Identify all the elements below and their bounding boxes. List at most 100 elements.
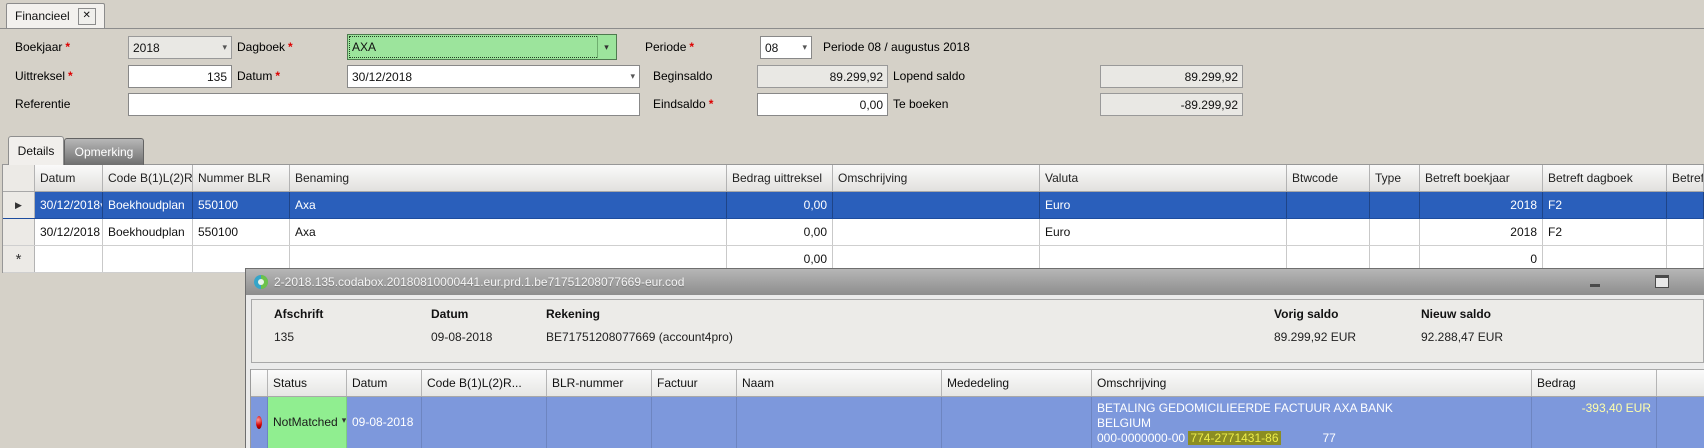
dagboek-select[interactable]: AXA ▾ bbox=[347, 34, 617, 60]
row-pointer-icon: ▶ bbox=[3, 192, 35, 218]
cell-code[interactable]: Boekhoudplan bbox=[103, 219, 193, 245]
close-icon[interactable]: ✕ bbox=[78, 8, 96, 25]
boekjaar-select[interactable]: 2018 ▾ bbox=[128, 36, 232, 59]
cell-code[interactable]: Boekhoudplan bbox=[103, 192, 193, 218]
column-header-mededeling[interactable]: Mededeling bbox=[942, 370, 1092, 396]
cell-omschrijving[interactable] bbox=[833, 192, 1040, 218]
cell-omschrijving[interactable] bbox=[833, 219, 1040, 245]
cell-factuur[interactable] bbox=[652, 397, 737, 448]
tabstrip-divider bbox=[0, 28, 1704, 29]
chevron-down-icon[interactable]: ▾ bbox=[338, 415, 347, 426]
column-header-btwcode[interactable]: Btwcode bbox=[1287, 165, 1370, 191]
cell-bedrag[interactable]: 0,00 bbox=[727, 192, 833, 218]
table-row-selected[interactable]: ▶ 30/12/2018▾ Boekhoudplan 550100 Axa 0,… bbox=[3, 192, 1704, 219]
periode-description: Periode 08 / augustus 2018 bbox=[823, 40, 970, 54]
te-boeken-field: -89.299,92 bbox=[1100, 93, 1243, 116]
cell-type[interactable] bbox=[1370, 192, 1420, 218]
required-marker: * bbox=[288, 40, 293, 54]
codabox-window-titlebar[interactable]: 2-2018.135.codabox.20180810000441.eur.pr… bbox=[246, 269, 1704, 295]
column-header-datum[interactable]: Datum bbox=[347, 370, 422, 396]
column-header-bedrag-uittreksel[interactable]: Bedrag uittreksel bbox=[727, 165, 833, 191]
column-header-nummer-blr[interactable]: Nummer BLR bbox=[193, 165, 290, 191]
column-header-type[interactable]: Type bbox=[1370, 165, 1420, 191]
cell-betreft-boekjaar[interactable]: 2018 bbox=[1420, 192, 1543, 218]
column-header-naam[interactable]: Naam bbox=[737, 370, 942, 396]
cell-mededeling[interactable] bbox=[942, 397, 1092, 448]
chevron-down-icon[interactable]: ▾ bbox=[626, 71, 635, 82]
cell-datum[interactable] bbox=[35, 246, 103, 272]
cell-btwcode[interactable] bbox=[1287, 219, 1370, 245]
cell-code[interactable] bbox=[422, 397, 547, 448]
minimize-icon[interactable] bbox=[1584, 274, 1606, 290]
cell-valuta[interactable]: Euro bbox=[1040, 192, 1287, 218]
column-header-bedrag[interactable]: Bedrag bbox=[1532, 370, 1657, 396]
cell-nummer-blr[interactable]: 550100 bbox=[193, 192, 290, 218]
chevron-down-icon[interactable]: ▾ bbox=[798, 42, 807, 53]
cell-betreft-boekjaar[interactable]: 2018 bbox=[1420, 219, 1543, 245]
cell-betreft-dagboek[interactable]: F2 bbox=[1543, 219, 1667, 245]
datum-label: Datum bbox=[431, 307, 468, 321]
column-header-code[interactable]: Code B(1)L(2)R... bbox=[422, 370, 547, 396]
cell-benaming[interactable]: Axa bbox=[290, 192, 727, 218]
column-header-valuta[interactable]: Valuta bbox=[1040, 165, 1287, 191]
column-header-betreft-dagboek[interactable]: Betreft dagboek bbox=[1543, 165, 1667, 191]
column-header-status[interactable]: Status bbox=[268, 370, 347, 396]
uittreksel-input[interactable]: 135 bbox=[128, 65, 232, 88]
cell-datum[interactable]: 09-08-2018 bbox=[347, 397, 422, 448]
column-header-blr-nummer[interactable]: BLR-nummer bbox=[547, 370, 652, 396]
column-header-code[interactable]: Code B(1)L(2)R(3) bbox=[103, 165, 193, 191]
details-grid-header: Datum Code B(1)L(2)R(3) Nummer BLR Benam… bbox=[3, 165, 1704, 192]
chevron-down-icon[interactable]: ▾ bbox=[218, 42, 227, 53]
maximize-icon[interactable] bbox=[1651, 274, 1673, 290]
boekjaar-label: Boekjaar* bbox=[15, 40, 70, 54]
cell-type[interactable] bbox=[1370, 219, 1420, 245]
column-header-factuur[interactable]: Factuur bbox=[652, 370, 737, 396]
periode-label: Periode* bbox=[645, 40, 694, 54]
nieuw-saldo-value: 92.288,47 EUR bbox=[1421, 330, 1503, 344]
referentie-input[interactable] bbox=[128, 93, 640, 116]
required-marker: * bbox=[689, 40, 694, 54]
periode-select[interactable]: 08 ▾ bbox=[760, 36, 812, 59]
column-header-benaming[interactable]: Benaming bbox=[290, 165, 727, 191]
tab-details[interactable]: Details bbox=[8, 136, 64, 165]
row-selector[interactable] bbox=[3, 219, 35, 245]
status-select[interactable]: NotMatched ▾ bbox=[268, 397, 347, 448]
column-header-betreft-boekjaar[interactable]: Betreft boekjaar bbox=[1420, 165, 1543, 191]
dagboek-label: Dagboek* bbox=[237, 40, 293, 54]
vorig-saldo-label: Vorig saldo bbox=[1274, 307, 1338, 321]
cell-bedrag[interactable]: 0,00 bbox=[727, 219, 833, 245]
cell-benaming[interactable]: Axa bbox=[290, 219, 727, 245]
beginsaldo-label: Beginsaldo bbox=[653, 69, 712, 83]
cell-code[interactable] bbox=[103, 246, 193, 272]
cell-betreft-dagboek[interactable]: F2 bbox=[1543, 192, 1667, 218]
cell-valuta[interactable]: Euro bbox=[1040, 219, 1287, 245]
details-grid: Datum Code B(1)L(2)R(3) Nummer BLR Benam… bbox=[2, 164, 1704, 273]
afschrift-label: Afschrift bbox=[274, 307, 323, 321]
column-header-datum[interactable]: Datum bbox=[35, 165, 103, 191]
column-header-betref[interactable]: Betref bbox=[1667, 165, 1704, 191]
omschrijving-line3: 000-0000000-00 774-2771431-8677 bbox=[1097, 431, 1526, 446]
cell-blr-nummer[interactable] bbox=[547, 397, 652, 448]
cell-bedrag[interactable]: -393,40 EUR bbox=[1532, 397, 1657, 448]
chevron-down-icon[interactable]: ▾ bbox=[597, 36, 615, 58]
cell-nummer-blr[interactable]: 550100 bbox=[193, 219, 290, 245]
cell-betref[interactable] bbox=[1667, 219, 1704, 245]
datum-input[interactable]: 30/12/2018 ▾ bbox=[347, 65, 640, 88]
tab-financieel[interactable]: Financieel ✕ bbox=[6, 3, 105, 28]
table-row[interactable]: 30/12/2018 Boekhoudplan 550100 Axa 0,00 … bbox=[3, 219, 1704, 246]
eindsaldo-input[interactable]: 0,00 bbox=[757, 93, 888, 116]
cell-btwcode[interactable] bbox=[1287, 192, 1370, 218]
column-header-omschrijving[interactable]: Omschrijving bbox=[833, 165, 1040, 191]
uittreksel-label: Uittreksel* bbox=[15, 69, 73, 83]
column-header-omschrijving[interactable]: Omschrijving bbox=[1092, 370, 1532, 396]
omschrijving-line1: BETALING GEDOMICILIEERDE FACTUUR AXA BAN… bbox=[1097, 401, 1526, 416]
tab-opmerking[interactable]: Opmerking bbox=[64, 138, 144, 165]
lopend-saldo-label: Lopend saldo bbox=[893, 69, 965, 83]
transaction-row-selected[interactable]: NotMatched ▾ 09-08-2018 BETALING GEDOMIC… bbox=[251, 397, 1704, 448]
cell-betref[interactable] bbox=[1667, 192, 1704, 218]
cell-datum[interactable]: 30/12/2018 bbox=[35, 219, 103, 245]
cell-naam[interactable] bbox=[737, 397, 942, 448]
cell-omschrijving[interactable]: BETALING GEDOMICILIEERDE FACTUUR AXA BAN… bbox=[1092, 397, 1532, 448]
required-marker: * bbox=[65, 40, 70, 54]
cell-datum[interactable]: 30/12/2018▾ bbox=[35, 192, 103, 218]
